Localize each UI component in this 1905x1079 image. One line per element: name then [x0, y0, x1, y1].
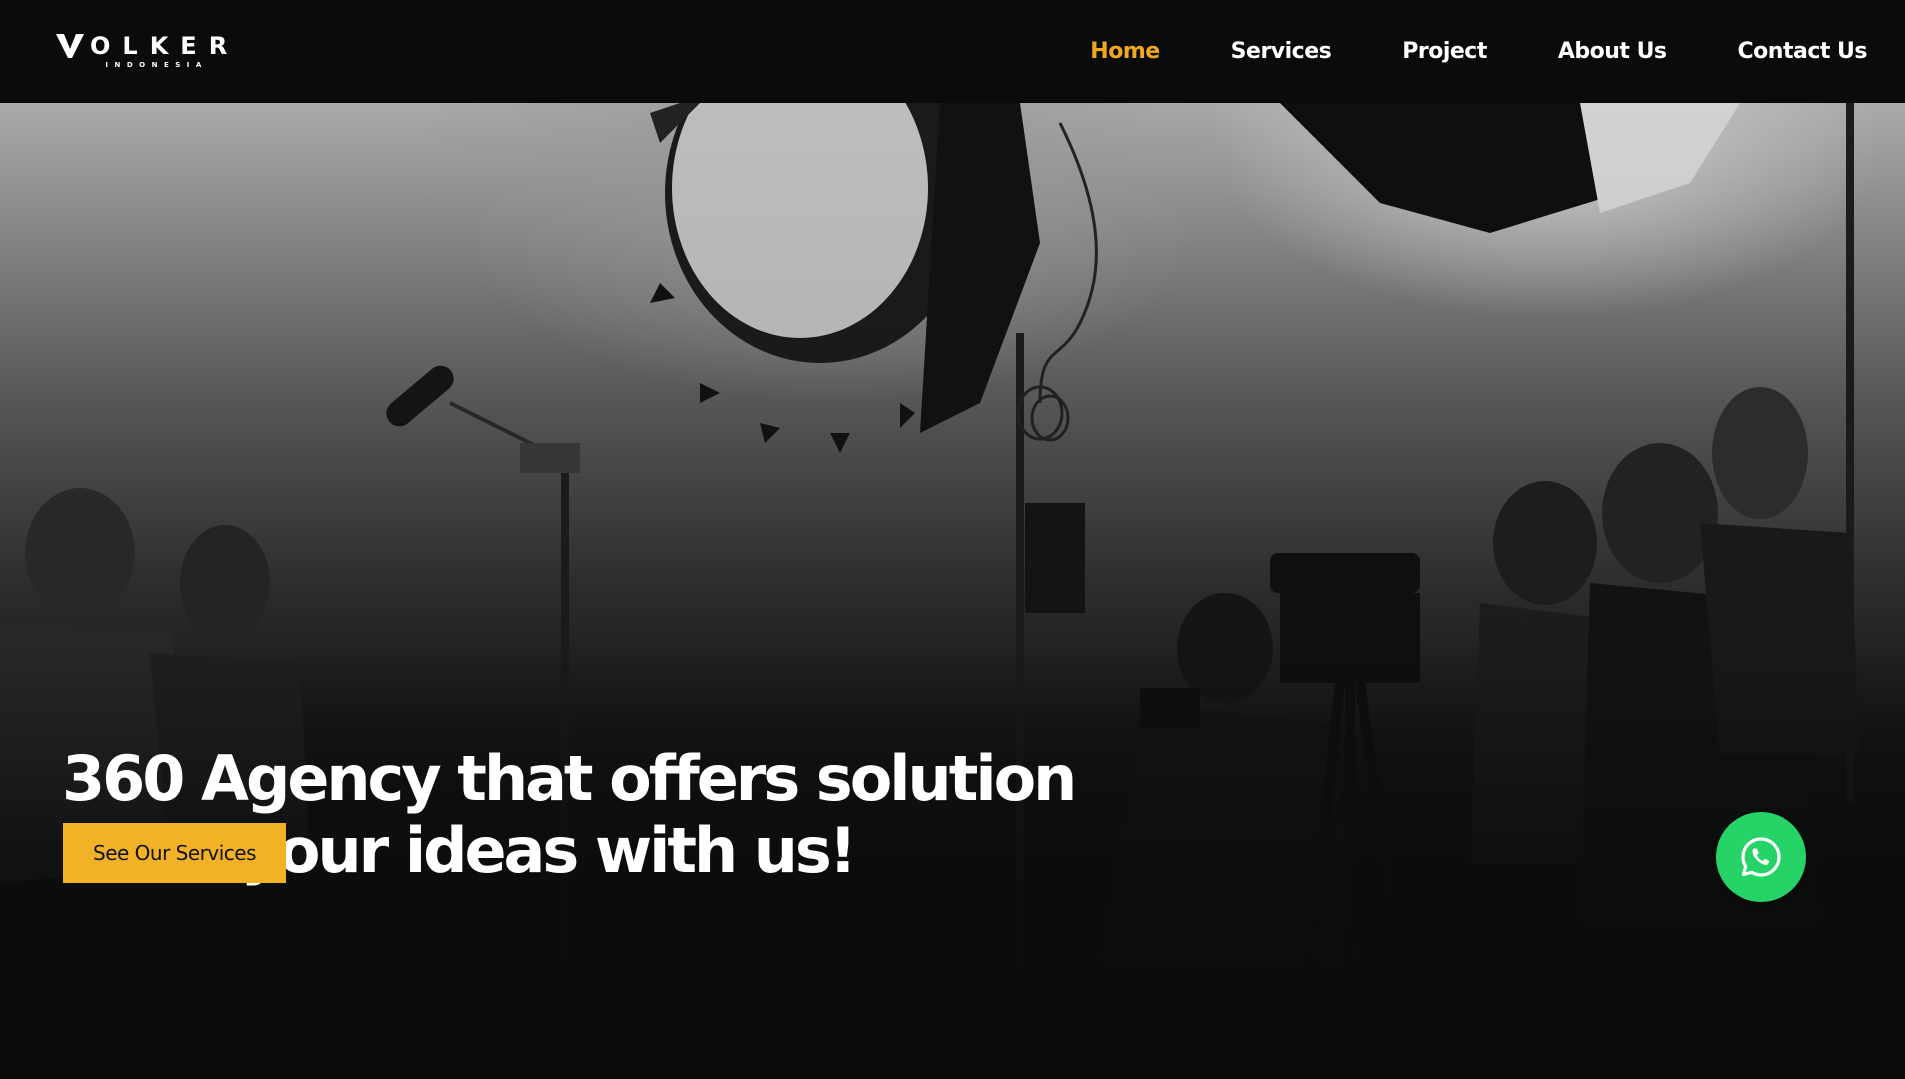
whatsapp-button[interactable] [1716, 812, 1806, 902]
whatsapp-icon [1741, 837, 1781, 877]
hero-section: 360 Agency that offers solution Cook you… [0, 103, 1905, 1079]
hero-headline-line1: 360 Agency that offers solution [62, 742, 1077, 815]
nav-contact-us[interactable]: Contact Us [1738, 39, 1868, 64]
see-our-services-button[interactable]: See Our Services [63, 823, 286, 883]
nav-home[interactable]: Home [1090, 39, 1160, 64]
nav-services[interactable]: Services [1231, 39, 1332, 64]
volker-logo[interactable]: OLKER INDONESIA [56, 34, 239, 69]
logo-wordmark: OLKER [56, 34, 239, 58]
top-navbar: OLKER INDONESIA Home Services Project Ab… [0, 0, 1905, 103]
hero-background-image [0, 103, 1905, 1079]
nav-project[interactable]: Project [1402, 39, 1487, 64]
main-nav: Home Services Project About Us Contact U… [1019, 39, 1867, 64]
nav-about-us[interactable]: About Us [1558, 39, 1667, 64]
logo-text: OLKER [90, 32, 240, 60]
logo-subtitle: INDONESIA [105, 61, 208, 69]
logo-v-icon [56, 34, 84, 58]
